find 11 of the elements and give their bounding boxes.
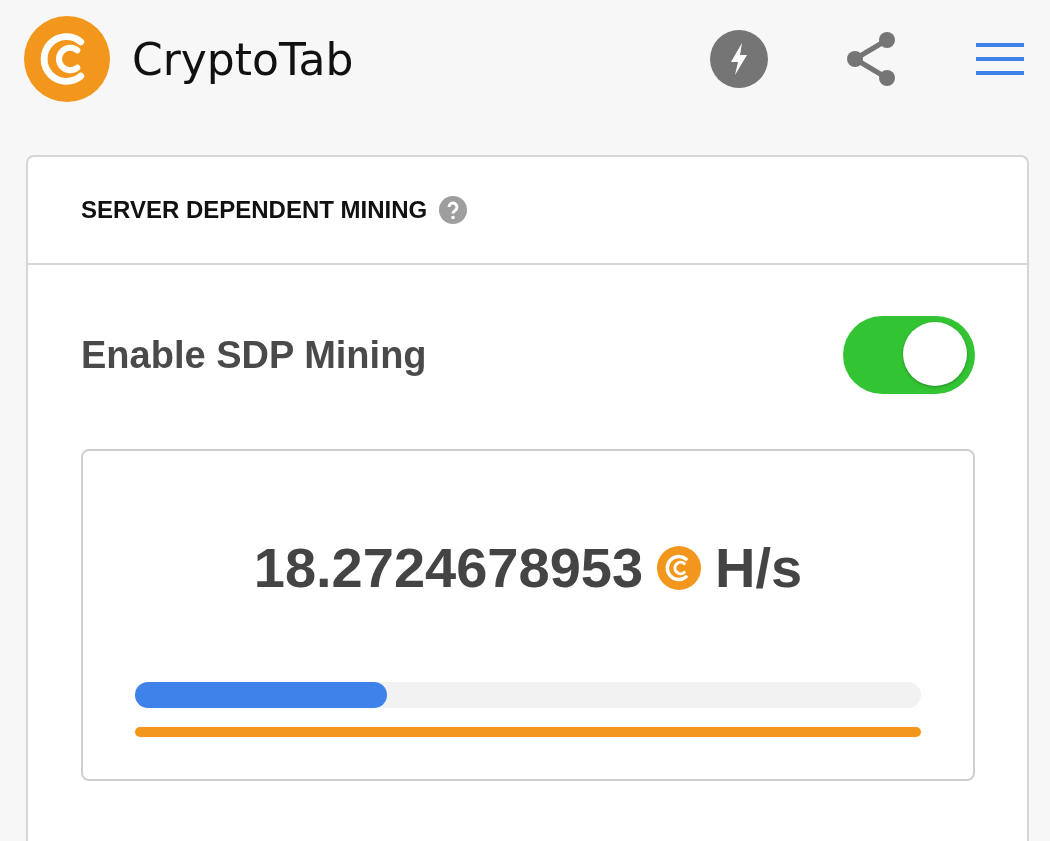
logo-icon (24, 16, 110, 102)
card-title: SERVER DEPENDENT MINING (81, 196, 428, 224)
toggle-label: Enable SDP Mining (81, 333, 427, 377)
app-title: CryptoTab (132, 33, 355, 85)
coin-icon (657, 545, 702, 590)
lightning-button[interactable] (710, 30, 768, 88)
menu-icon[interactable] (976, 43, 1024, 75)
hashrate-unit: H/s (715, 535, 803, 600)
hashrate-value: 18.2724678953 (253, 535, 644, 600)
help-icon[interactable] (439, 196, 468, 224)
share-icon[interactable] (846, 31, 896, 87)
